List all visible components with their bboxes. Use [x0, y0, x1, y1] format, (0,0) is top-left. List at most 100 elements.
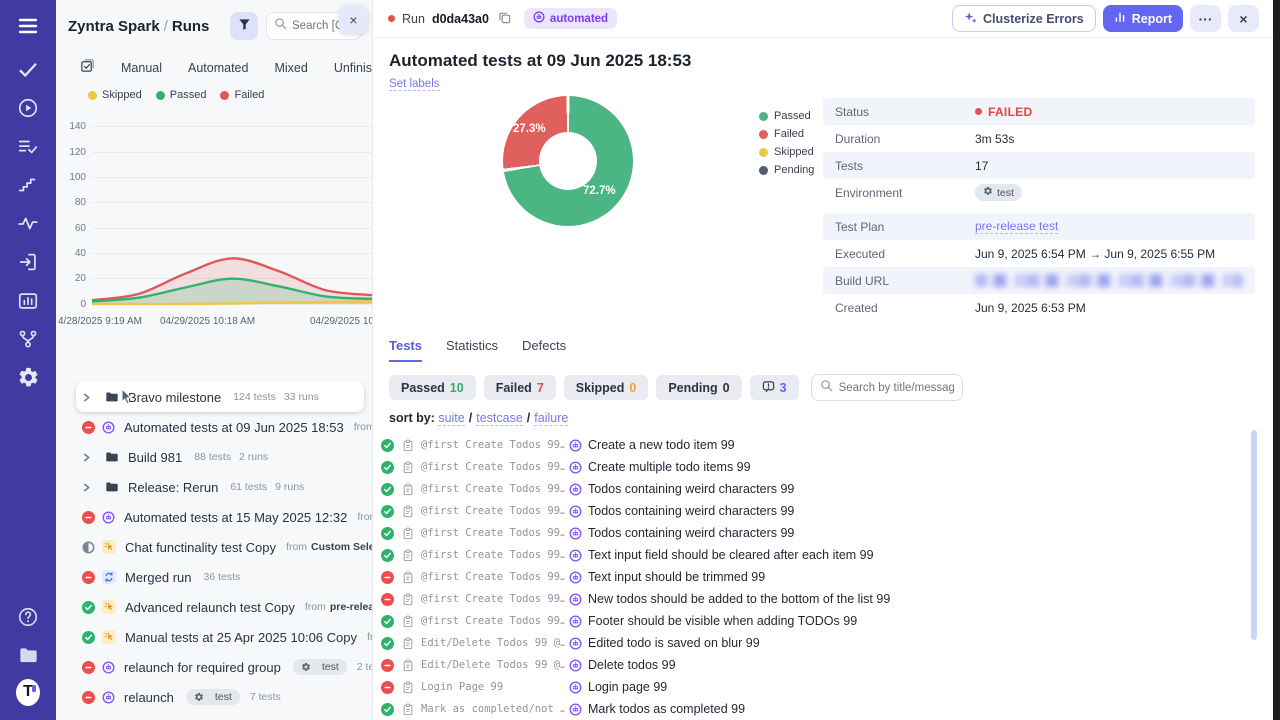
test-title[interactable]: Todos containing weird characters 99 [588, 526, 794, 540]
analytics-chart-icon[interactable] [16, 289, 40, 313]
list-item-run[interactable]: Advanced relaunch test Copy from pre-rel… [56, 592, 372, 622]
test-row[interactable]: Edit/Delete Todos 99 @…Delete todos 99 [381, 654, 1255, 676]
test-row[interactable]: @first Create Todos 99…Create a new todo… [381, 434, 1255, 456]
tab-statistics[interactable]: Statistics [446, 338, 498, 362]
sort-by-failure-link[interactable]: failure [534, 411, 568, 426]
legend-skipped: Skipped [759, 146, 814, 158]
test-row[interactable]: @first Create Todos 99…Todos containing … [381, 522, 1255, 544]
test-plan-link[interactable]: pre-release test [975, 219, 1058, 234]
sort-by-testcase-link[interactable]: testcase [476, 411, 523, 426]
run-title[interactable]: Chat functinality test Copy [125, 540, 276, 555]
test-row[interactable]: @first Create Todos 99…Footer should be … [381, 610, 1255, 632]
chevron-right-icon[interactable] [82, 393, 98, 402]
projects-folder-icon[interactable] [16, 643, 40, 667]
test-row[interactable]: Edit/Delete Todos 99 @…Edited todo is sa… [381, 632, 1255, 654]
list-item-run[interactable]: relaunch test 7 tests [56, 682, 372, 712]
test-row[interactable]: Login Page 99Login page 99 [381, 676, 1255, 698]
sort-by-suite-link[interactable]: suite [438, 411, 464, 426]
filter-pending-chip[interactable]: Pending0 [656, 375, 741, 400]
suite-name: @first Create Todos 99… [421, 549, 565, 561]
test-title[interactable]: Edited todo is saved on blur 99 [588, 636, 760, 650]
breadcrumb[interactable]: Zyntra Spark/Runs [68, 18, 209, 35]
milestone-title[interactable]: Build 981 [128, 450, 182, 465]
tests-search[interactable] [811, 374, 963, 401]
test-title[interactable]: Create a new todo item 99 [588, 438, 735, 452]
runs-play-icon[interactable] [16, 96, 40, 120]
filter-button[interactable] [230, 12, 258, 40]
list-item-milestone[interactable]: Build 981 88 tests 2 runs [56, 442, 372, 472]
run-title[interactable]: Manual tests at 25 Apr 2025 10:06 Copy [125, 630, 357, 645]
clusterize-errors-button[interactable]: Clusterize Errors [952, 5, 1096, 32]
select-runs-icon[interactable] [80, 58, 95, 78]
filter-passed-chip[interactable]: Passed10 [389, 375, 476, 400]
chevron-right-icon[interactable] [82, 483, 98, 492]
tab-tests[interactable]: Tests [389, 338, 422, 362]
test-row[interactable]: @first Create Todos 99…Create multiple t… [381, 456, 1255, 478]
test-title[interactable]: New todos should be added to the bottom … [588, 592, 890, 606]
robot-icon [569, 703, 582, 716]
run-detail-body: Automated tests at 09 Jun 2025 18:53 Set… [374, 38, 1273, 720]
list-item-run[interactable]: Merged run 36 tests [56, 562, 372, 592]
milestone-title[interactable]: Release: Rerun [128, 480, 218, 495]
test-title[interactable]: Todos containing weird characters 99 [588, 482, 794, 496]
test-row[interactable]: Mark as completed/not …Mark todos as com… [381, 698, 1255, 720]
run-title[interactable]: Merged run [125, 570, 191, 585]
list-check-icon[interactable] [16, 135, 40, 159]
tab-automated[interactable]: Automated [188, 61, 248, 75]
filter-failed-chip[interactable]: Failed7 [484, 375, 556, 400]
test-row[interactable]: @first Create Todos 99…Todos containing … [381, 478, 1255, 500]
tests-search-input[interactable] [839, 382, 954, 394]
list-item-run[interactable]: Automated tests at 09 Jun 2025 18:53 fro… [56, 412, 372, 442]
list-item-milestone[interactable]: Bravo milestone 124 tests 33 runs [76, 382, 364, 412]
list-item-milestone[interactable]: Release: Rerun 61 tests 9 runs [56, 472, 372, 502]
settings-gear-icon[interactable] [16, 365, 40, 389]
test-title[interactable]: Text input should be trimmed 99 [588, 570, 765, 584]
branching-icon[interactable] [16, 327, 40, 351]
test-title[interactable]: Footer should be visible when adding TOD… [588, 614, 857, 628]
tasks-check-icon[interactable] [16, 58, 40, 82]
set-labels-link[interactable]: Set labels [389, 78, 440, 91]
test-row[interactable]: @first Create Todos 99…Todos containing … [381, 500, 1255, 522]
tab-unfinished[interactable]: Unfinished [334, 61, 373, 75]
test-row[interactable]: @first Create Todos 99…New todos should … [381, 588, 1255, 610]
scrollbar-thumb[interactable] [1251, 430, 1257, 640]
test-title[interactable]: Create multiple todo items 99 [588, 460, 751, 474]
chevron-right-icon[interactable] [82, 453, 98, 462]
activity-pulse-icon[interactable] [16, 212, 40, 236]
test-row[interactable]: @first Create Todos 99…Text input should… [381, 566, 1255, 588]
menu-icon[interactable] [16, 14, 40, 38]
comments-filter-chip[interactable]: 3 [750, 375, 799, 400]
filter-skipped-chip[interactable]: Skipped0 [564, 375, 649, 400]
project-name[interactable]: Zyntra Spark [68, 18, 160, 35]
steps-icon[interactable] [16, 173, 40, 197]
panel-close-button[interactable]: × [339, 5, 368, 34]
copy-run-id-button[interactable] [496, 9, 513, 29]
sign-in-icon[interactable] [16, 250, 40, 274]
test-title[interactable]: Text input field should be cleared after… [588, 548, 874, 562]
report-button[interactable]: Report [1103, 5, 1183, 32]
run-title[interactable]: relaunch for required group [124, 660, 281, 675]
robot-icon [569, 681, 582, 694]
test-title[interactable]: Login page 99 [588, 680, 667, 694]
table-row-build-url: Build URL [823, 267, 1255, 294]
test-title[interactable]: Delete todos 99 [588, 658, 676, 672]
more-actions-button[interactable]: ··· [1190, 5, 1221, 32]
tab-manual[interactable]: Manual [121, 61, 162, 75]
run-title[interactable]: Advanced relaunch test Copy [125, 600, 295, 615]
testomat-logo[interactable]: T [16, 680, 40, 704]
tab-mixed[interactable]: Mixed [274, 61, 307, 75]
run-title[interactable]: Automated tests at 09 Jun 2025 18:53 [124, 420, 344, 435]
list-item-run[interactable]: Automated tests at 15 May 2025 12:32 fro… [56, 502, 372, 532]
milestone-title[interactable]: Bravo milestone [128, 390, 221, 405]
test-title[interactable]: Mark todos as completed 99 [588, 702, 745, 716]
test-title[interactable]: Todos containing weird characters 99 [588, 504, 794, 518]
list-item-run[interactable]: Manual tests at 25 Apr 2025 10:06 Copy f… [56, 622, 372, 652]
help-icon[interactable] [16, 605, 40, 629]
run-title[interactable]: relaunch [124, 690, 174, 705]
test-row[interactable]: @first Create Todos 99… Text input field … [381, 544, 1255, 566]
tab-defects[interactable]: Defects [522, 338, 566, 362]
close-run-button[interactable]: × [1228, 5, 1259, 32]
list-item-run[interactable]: relaunch for required group test 2 tests [56, 652, 372, 682]
run-title[interactable]: Automated tests at 15 May 2025 12:32 [124, 510, 347, 525]
list-item-run[interactable]: Chat functinality test Copy from Custom … [56, 532, 372, 562]
